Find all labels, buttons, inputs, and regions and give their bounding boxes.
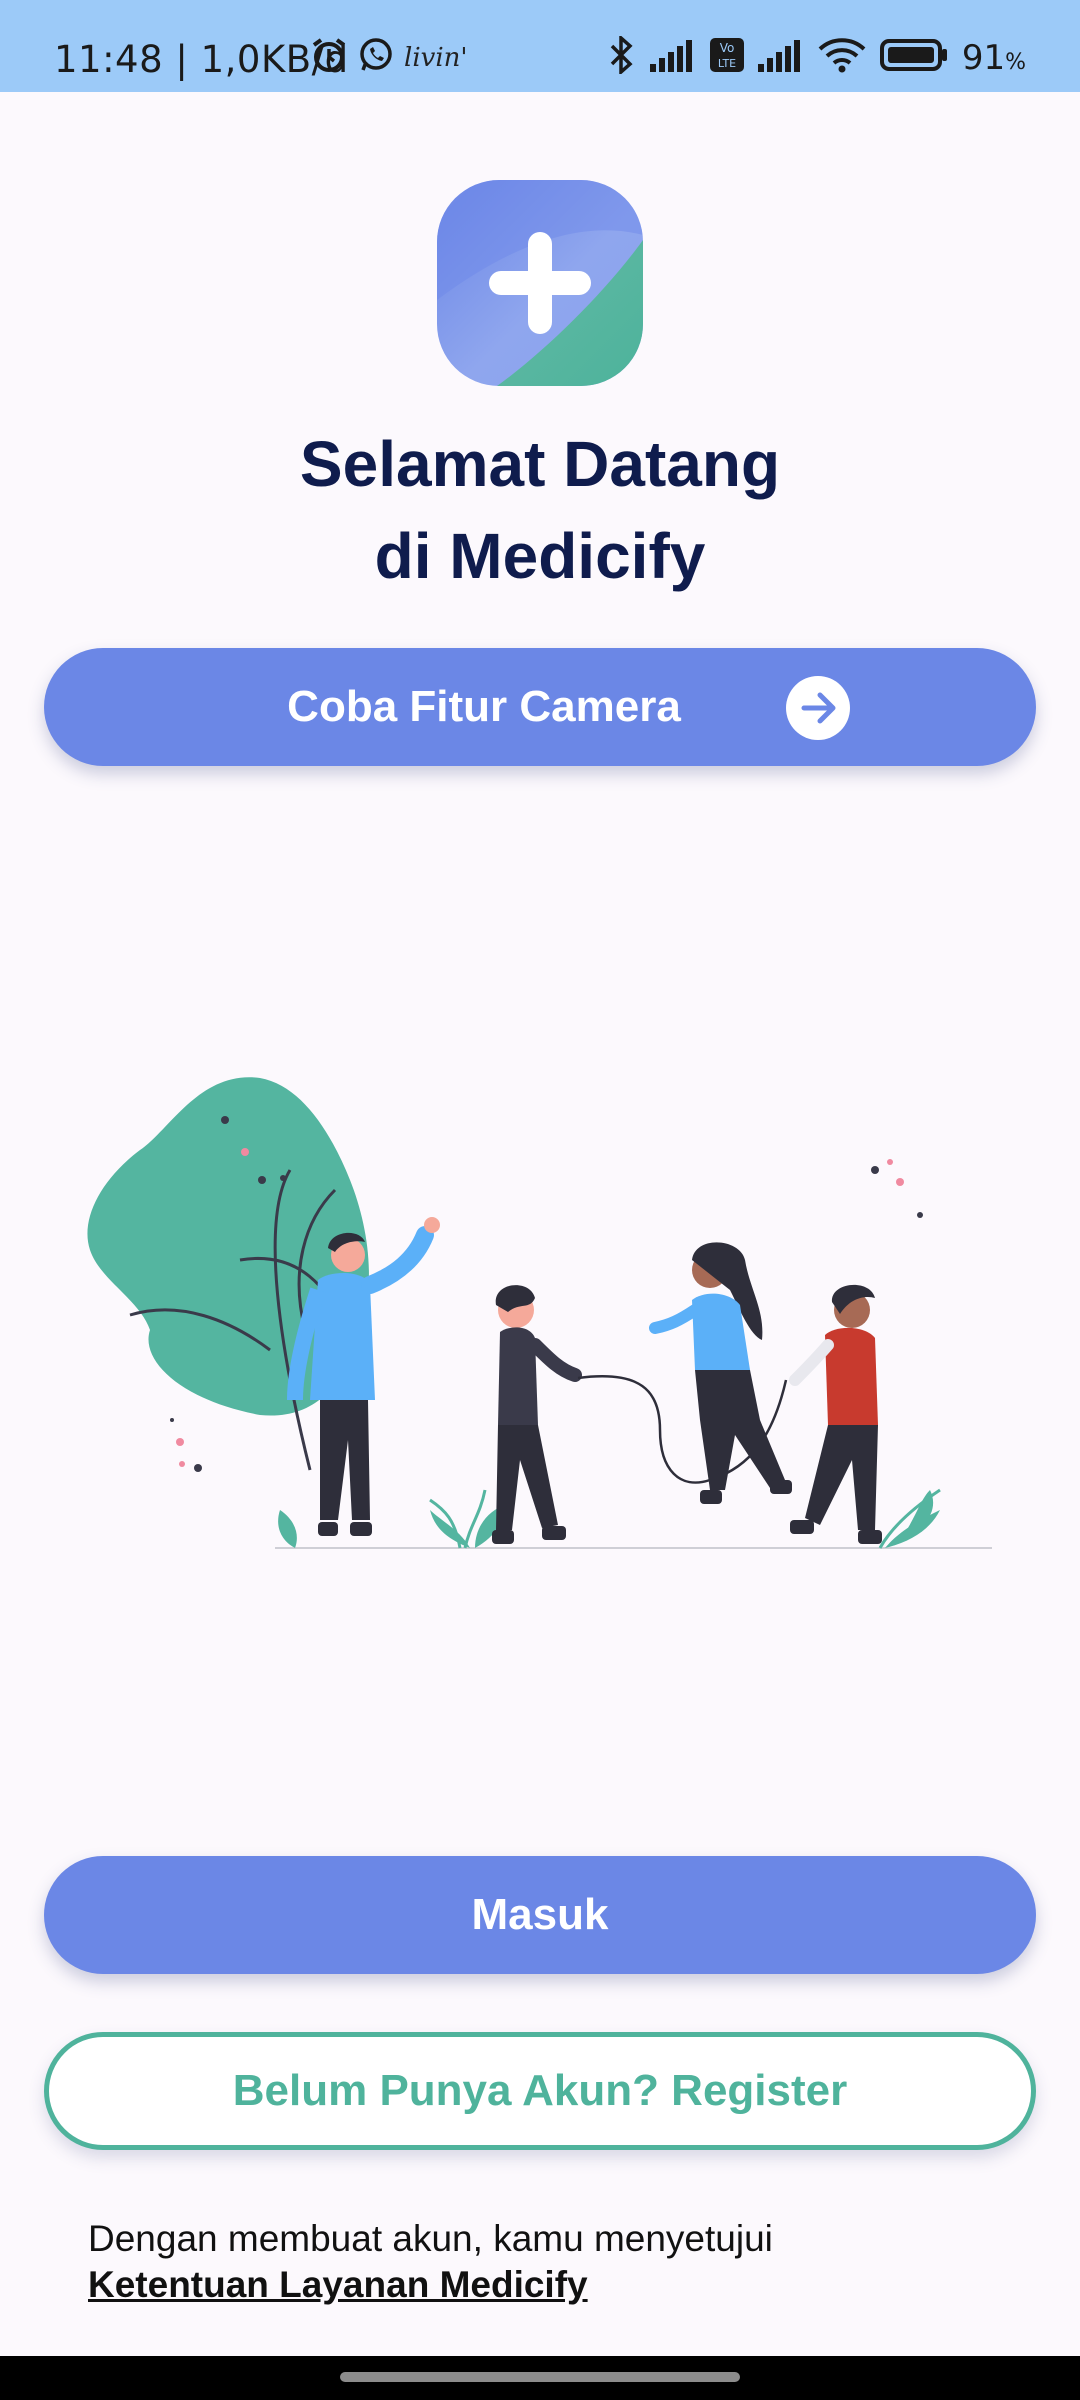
home-gesture-handle[interactable] [340,2372,740,2382]
medicify-logo [437,180,643,386]
terms-text: Dengan membuat akun, kamu menyetujui [88,2218,773,2259]
volte-text: Vo [720,41,735,55]
welcome-title-line2: di Medicify [374,520,706,592]
login-button-label: Masuk [471,1890,609,1939]
battery-percent-symbol: % [1005,49,1026,75]
volte-icon: Vo LTE [709,38,744,77]
arrow-right-icon [786,676,850,740]
register-button[interactable]: Belum Punya Akun? Register [44,2032,1036,2150]
volte-text-2: LTE [718,57,736,70]
battery-percent-value: 91 [961,37,1006,78]
alarm-icon [310,36,348,79]
battery-percent: 91% [962,38,1026,78]
login-button[interactable]: Masuk [44,1856,1036,1974]
register-button-label: Belum Punya Akun? Register [232,2066,848,2115]
people-playing-illustration [80,1070,1000,1560]
wifi-icon [818,37,866,78]
whatsapp-icon [358,37,394,78]
status-bar: 11:48 | 1,0KB/d livin' Vo LTE 91% [0,0,1080,92]
battery-icon [879,38,948,77]
signal-icon [757,38,804,77]
signal-icon [649,38,696,77]
livin-logo: livin' [404,42,468,73]
terms-of-service-link[interactable]: Ketentuan Layanan Medicify [88,2262,773,2308]
status-time: 11:48 | 1,0KB/d [54,38,349,81]
terms-notice: Dengan membuat akun, kamu menyetujui Ket… [88,2216,773,2308]
welcome-title-line1: Selamat Datang [299,428,781,500]
welcome-title: Selamat Datang di Medicify [0,418,1080,602]
camera-feature-button[interactable]: Coba Fitur Camera [44,648,1036,766]
bluetooth-icon [606,34,636,79]
system-navigation-bar [0,2356,1080,2400]
